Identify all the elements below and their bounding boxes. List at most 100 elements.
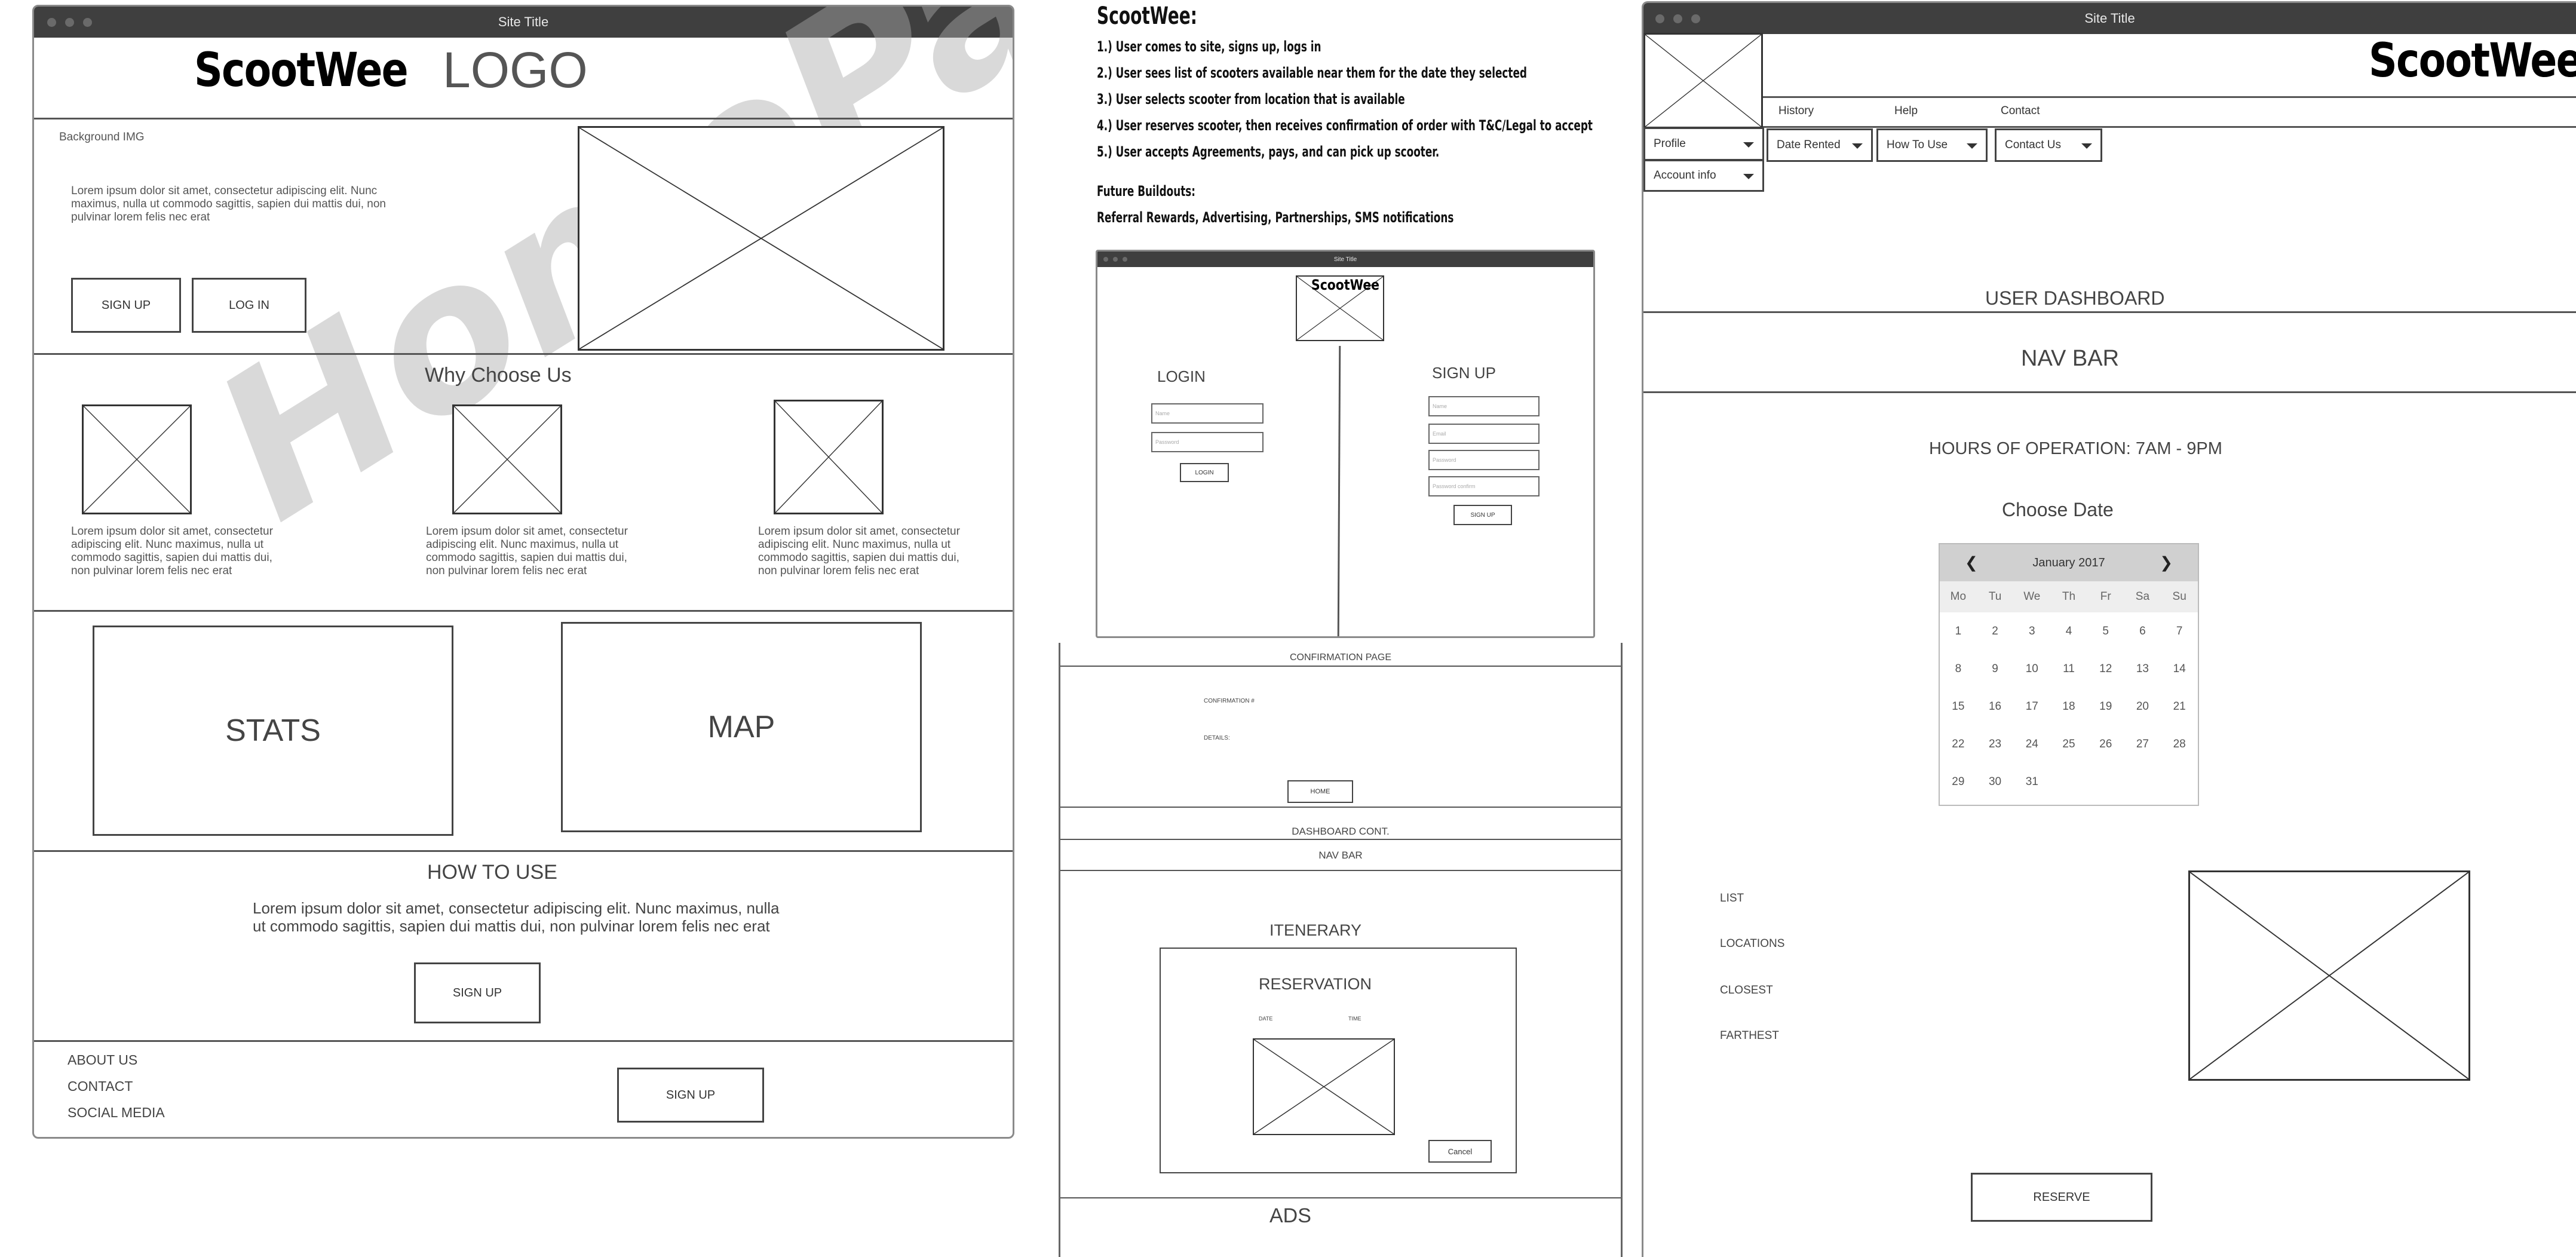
signup-password-confirm-field[interactable]: Password confirm [1428, 476, 1540, 496]
footer-link-contact[interactable]: CONTACT [68, 1078, 133, 1094]
nav-link-history[interactable]: History [1778, 105, 1814, 118]
footer-signup-button[interactable]: SIGN UP [617, 1068, 764, 1123]
how-to-use-dropdown[interactable]: How To Use [1876, 128, 1988, 162]
calendar-day[interactable]: 16 [1977, 700, 2014, 713]
prev-month-icon[interactable]: ❮ [1965, 554, 1978, 572]
hero-signup-button[interactable]: SIGN UP [71, 278, 181, 333]
calendar-day[interactable]: 5 [2087, 625, 2124, 638]
notes-title: ScootWee: [1097, 2, 1198, 30]
notes-step-3: 3.) User selects scooter from location t… [1097, 91, 1405, 108]
feature-text-2: Lorem ipsum dolor sit amet, consectetur … [426, 525, 628, 577]
how-to-use-text: Lorem ipsum dolor sit amet, consectetur … [253, 899, 780, 935]
close-dot-icon[interactable] [1655, 14, 1664, 23]
title-bar: Site Title [34, 7, 1013, 38]
calendar-day[interactable]: 14 [2161, 663, 2198, 676]
calendar-day[interactable]: 2 [1977, 625, 2014, 638]
calendar-day[interactable]: 22 [1940, 738, 1977, 751]
signup-name-field[interactable]: Name [1428, 396, 1540, 416]
notes-step-2: 2.) User sees list of scooters available… [1097, 65, 1527, 81]
notes-step-4: 4.) User reserves scooter, then receives… [1097, 117, 1593, 134]
calendar-day[interactable]: 25 [2050, 738, 2087, 751]
dashboard-title: USER DASHBOARD [1985, 287, 2165, 309]
date-rented-dropdown[interactable]: Date Rented [1767, 128, 1873, 162]
how-to-use-signup-button[interactable]: SIGN UP [414, 962, 541, 1023]
calendar-weekday: Fr [2100, 590, 2111, 603]
calendar-day[interactable]: 21 [2161, 700, 2198, 713]
nav-link-contact[interactable]: Contact [2001, 105, 2040, 118]
signup-password-field[interactable]: Password [1428, 450, 1540, 470]
calendar-day[interactable]: 9 [1977, 663, 2014, 676]
scooter-map-placeholder [2188, 870, 2470, 1081]
nav-link-help[interactable]: Help [1894, 105, 1918, 118]
login-password-field[interactable]: Password [1151, 432, 1264, 452]
filter-list[interactable]: LIST [1720, 892, 1744, 905]
reservation-card: RESERVATION DATE TIME Cancel [1160, 948, 1517, 1173]
minimize-dot-icon[interactable] [1673, 14, 1682, 23]
calendar-day[interactable]: 1 [1940, 625, 1977, 638]
calendar-day[interactable]: 10 [2013, 663, 2050, 676]
maximize-dot-icon[interactable] [1691, 14, 1700, 23]
divider [1337, 345, 1341, 636]
date-picker-calendar[interactable]: ❮ January 2017 ❯ Mo Tu We Th Fr Sa Su 12345678… [1939, 543, 2199, 806]
footer-link-social[interactable]: SOCIAL MEDIA [68, 1105, 165, 1121]
calendar-day[interactable]: 29 [1940, 775, 1977, 789]
profile-dropdown[interactable]: Profile [1643, 127, 1764, 161]
calendar-day[interactable]: 19 [2087, 700, 2124, 713]
calendar-day[interactable]: 17 [2013, 700, 2050, 713]
divider [1643, 311, 2576, 313]
calendar-day[interactable]: 28 [2161, 738, 2198, 751]
contact-us-dropdown[interactable]: Contact Us [1995, 128, 2102, 162]
calendar-day[interactable]: 30 [1977, 775, 2014, 789]
divider [1643, 391, 2576, 393]
confirmation-panel: CONFIRMATION PAGE CONFIRMATION # DETAILS… [1059, 643, 1623, 1257]
close-dot-icon[interactable] [1103, 257, 1108, 262]
login-button[interactable]: LOGIN [1180, 463, 1229, 482]
minimize-dot-icon[interactable] [65, 18, 74, 27]
minimize-dot-icon[interactable] [1113, 257, 1118, 262]
login-name-field[interactable]: Name [1151, 403, 1264, 424]
reserve-button[interactable]: RESERVE [1971, 1173, 2152, 1222]
calendar-day[interactable]: 31 [2013, 775, 2050, 789]
filter-farthest[interactable]: FARTHEST [1720, 1029, 1779, 1043]
title-bar: Site Title [1643, 3, 2576, 34]
title-bar: Site Title [1097, 252, 1593, 267]
calendar-day[interactable]: 24 [2013, 738, 2050, 751]
calendar-day[interactable]: 3 [2013, 625, 2050, 638]
filter-closest[interactable]: CLOSEST [1720, 984, 1773, 997]
divider [1763, 126, 2576, 128]
calendar-day[interactable]: 18 [2050, 700, 2087, 713]
feature-image-1 [82, 404, 192, 514]
calendar-day[interactable]: 7 [2161, 625, 2198, 638]
calendar-day[interactable]: 15 [1940, 700, 1977, 713]
home-button[interactable]: HOME [1287, 780, 1353, 803]
footer-link-about[interactable]: ABOUT US [68, 1052, 137, 1068]
calendar-day[interactable]: 11 [2050, 663, 2087, 676]
calendar-weekday: Th [2062, 590, 2076, 603]
calendar-month: January 2017 [2032, 556, 2105, 569]
signup-title: SIGN UP [1432, 364, 1496, 382]
maximize-dot-icon[interactable] [83, 18, 92, 27]
contact-us-dropdown-label: Contact Us [2005, 139, 2061, 151]
calendar-day[interactable]: 26 [2087, 738, 2124, 751]
signup-email-field[interactable]: Email [1428, 424, 1540, 444]
account-info-dropdown[interactable]: Account info [1643, 160, 1764, 192]
chevron-down-icon [1743, 174, 1754, 179]
maximize-dot-icon[interactable] [1123, 257, 1127, 262]
calendar-day[interactable]: 23 [1977, 738, 2014, 751]
calendar-day[interactable]: 4 [2050, 625, 2087, 638]
signup-button[interactable]: SIGN UP [1453, 505, 1512, 525]
calendar-day[interactable]: 6 [2124, 625, 2161, 638]
calendar-day[interactable]: 12 [2087, 663, 2124, 676]
map-panel[interactable]: MAP [561, 622, 922, 832]
next-month-icon[interactable]: ❯ [2160, 554, 2173, 572]
calendar-day[interactable]: 8 [1940, 663, 1977, 676]
reservation-date-label: DATE [1259, 1016, 1273, 1022]
calendar-day[interactable]: 27 [2124, 738, 2161, 751]
calendar-day[interactable]: 13 [2124, 663, 2161, 676]
close-dot-icon[interactable] [47, 18, 56, 27]
calendar-day[interactable]: 20 [2124, 700, 2161, 713]
filter-locations[interactable]: LOCATIONS [1720, 937, 1784, 951]
calendar-weekday: Mo [1950, 590, 1967, 603]
cancel-button[interactable]: Cancel [1428, 1140, 1492, 1163]
hero-login-button[interactable]: LOG IN [192, 278, 306, 333]
